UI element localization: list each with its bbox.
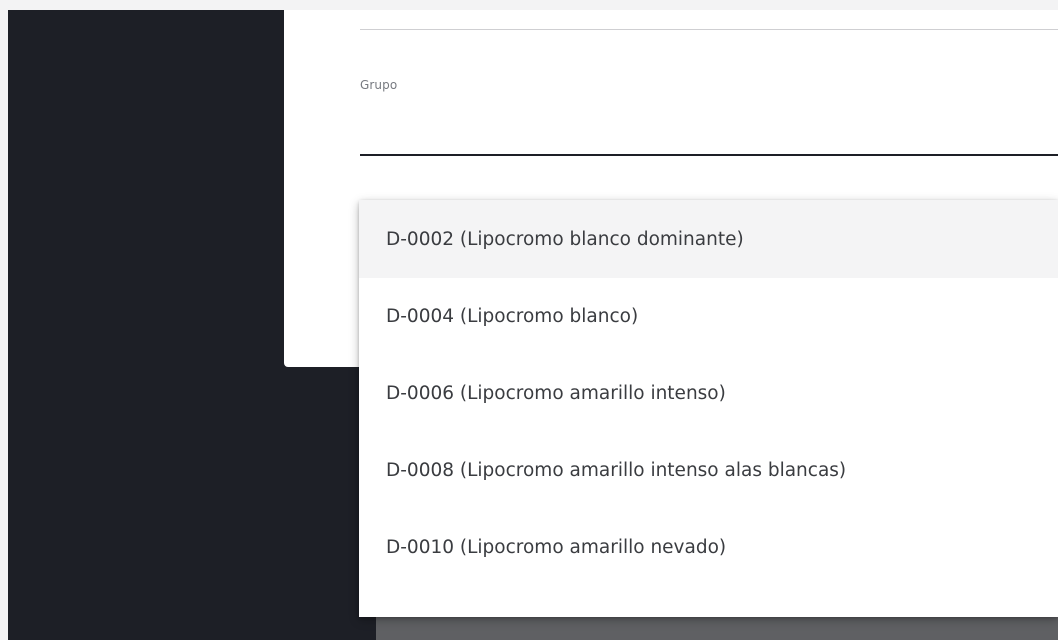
lower-gray-band xyxy=(376,616,1058,640)
group-select-underline xyxy=(360,154,1058,156)
group-option[interactable]: D-0008 (Lipocromo amarillo intenso alas … xyxy=(359,432,1058,509)
group-option[interactable]: D-0010 (Lipocromo amarillo nevado) xyxy=(359,509,1058,586)
left-rail-strip xyxy=(0,10,8,640)
page-top-strip xyxy=(0,0,1058,10)
group-select[interactable] xyxy=(360,106,1058,146)
group-option[interactable]: D-0002 (Lipocromo blanco dominante) xyxy=(359,200,1058,278)
previous-field-underline xyxy=(360,29,1058,30)
group-field-label: Grupo xyxy=(360,78,398,92)
group-options-list: D-0002 (Lipocromo blanco dominante) D-00… xyxy=(359,200,1058,586)
group-dropdown-menu: D-0002 (Lipocromo blanco dominante) D-00… xyxy=(359,200,1058,617)
group-option[interactable]: D-0004 (Lipocromo blanco) xyxy=(359,278,1058,355)
group-option[interactable]: D-0006 (Lipocromo amarillo intenso) xyxy=(359,355,1058,432)
